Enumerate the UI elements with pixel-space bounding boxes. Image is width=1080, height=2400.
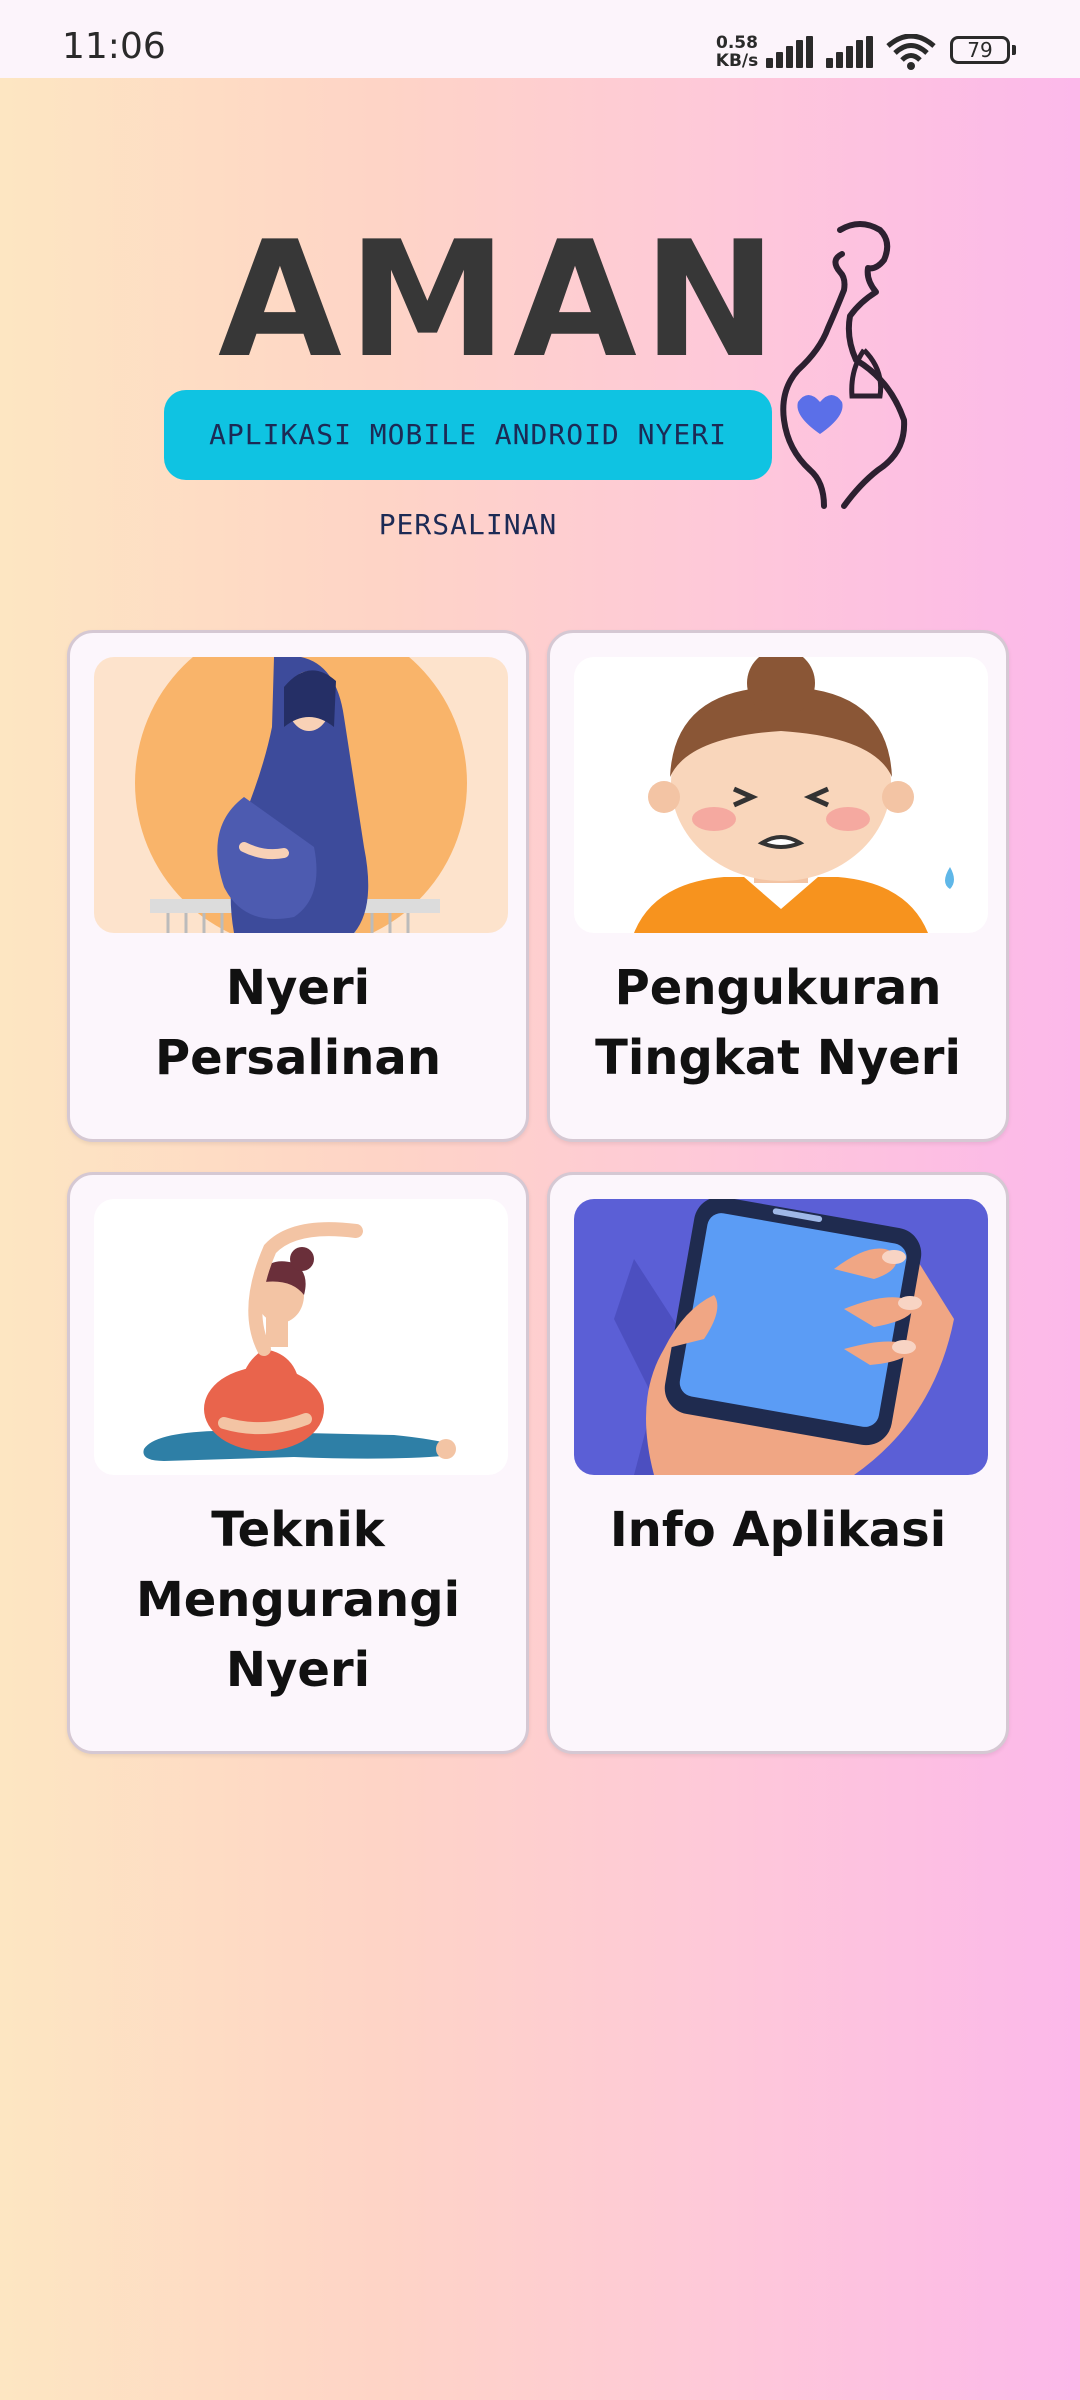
home-screen: 11:06 0.58 KB/s 79 AMAN APLIKASI MOBILE … — [0, 0, 1080, 2400]
hand-holding-phone-illustration — [574, 1199, 988, 1475]
menu-card-teknik-mengurangi-nyeri[interactable]: Teknik Mengurangi Nyeri — [67, 1172, 529, 1754]
menu-card-label: Info Aplikasi — [609, 1502, 947, 1558]
menu-card-info-aplikasi[interactable]: Info Aplikasi — [547, 1172, 1009, 1754]
logo-subtitle: APLIKASI MOBILE ANDROID NYERI PERSALINAN — [164, 390, 772, 541]
status-time: 11:06 — [62, 26, 166, 67]
network-speed-unit: KB/s — [715, 51, 759, 71]
network-speed: 0.58 KB/s — [714, 34, 760, 70]
cell-signal-2-icon — [826, 36, 873, 68]
pregnant-woman-heart-icon — [780, 221, 908, 509]
status-bar: 11:06 0.58 KB/s 79 — [0, 0, 1080, 78]
menu-card-nyeri-persalinan[interactable]: Nyeri Persalinan — [67, 630, 529, 1142]
menu-card-label: Pengukuran Tingkat Nyeri — [595, 960, 961, 1086]
app-logo: AMAN APLIKASI MOBILE ANDROID NYERI PERSA… — [160, 206, 920, 541]
wifi-icon — [886, 34, 936, 70]
menu-card-label: Teknik Mengurangi Nyeri — [135, 1502, 461, 1698]
battery-icon: 79 — [950, 36, 1016, 64]
menu-card-pengukuran-tingkat-nyeri[interactable]: Pengukuran Tingkat Nyeri — [547, 630, 1009, 1142]
woman-in-pain-illustration — [574, 657, 988, 933]
cell-signal-icon — [766, 36, 813, 68]
pregnant-woman-hijab-illustration — [94, 657, 508, 933]
network-speed-value: 0.58 — [716, 33, 758, 53]
logo-title: AMAN — [218, 206, 783, 393]
menu-card-label: Nyeri Persalinan — [154, 960, 441, 1086]
pregnant-woman-yoga-illustration — [94, 1199, 508, 1475]
